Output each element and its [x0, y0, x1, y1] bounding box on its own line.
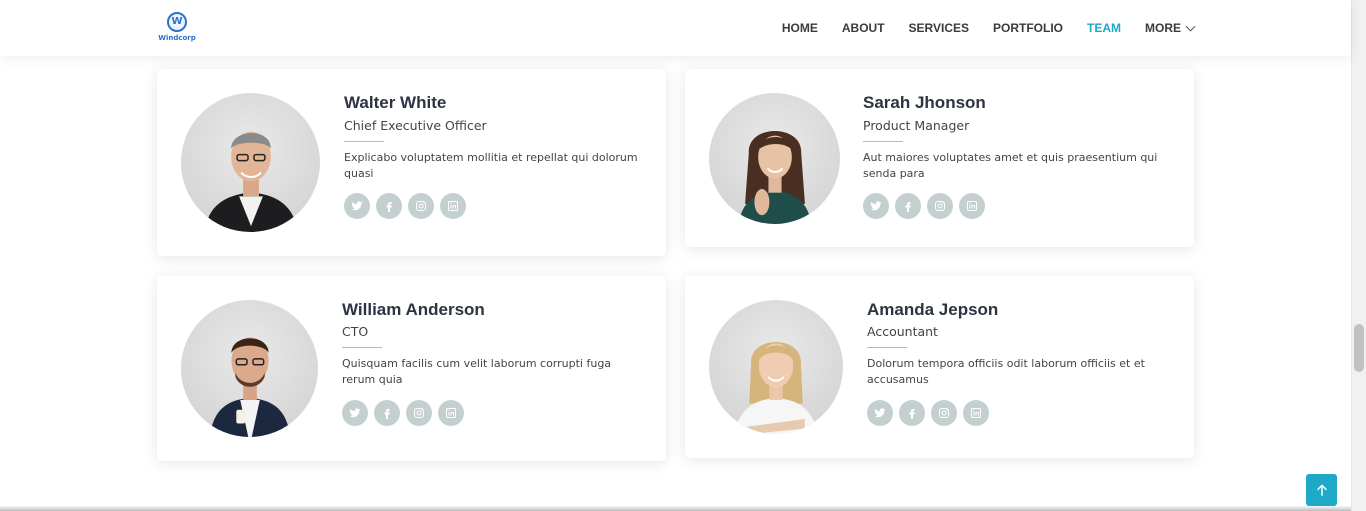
team-member-card: Sarah Jhonson Product Manager Aut maiore… — [685, 69, 1194, 247]
nav-more-label: MORE — [1145, 21, 1181, 35]
chevron-down-icon — [1185, 21, 1196, 31]
member-photo — [181, 93, 320, 232]
divider — [867, 347, 907, 348]
nav-home-label: HOME — [781, 21, 818, 35]
member-photo — [709, 300, 843, 434]
instagram-icon[interactable] — [927, 193, 953, 219]
twitter-icon[interactable] — [867, 400, 893, 426]
nav-about-label: ABOUT — [841, 21, 885, 35]
site-header: W Windcorp HOME ABOUT SERVICES PORTFOLIO… — [0, 0, 1351, 56]
member-name: William Anderson — [342, 300, 485, 319]
member-role: Chief Executive Officer — [344, 118, 487, 133]
team-member-card: William Anderson CTO Quisquam facilis cu… — [157, 276, 666, 461]
social-links — [867, 400, 989, 426]
member-description: Dolorum tempora officiis odit laborum of… — [867, 357, 1145, 386]
nav-portfolio-label: PORTFOLIO — [993, 21, 1063, 35]
social-links — [344, 193, 466, 219]
nav-services-label: SERVICES — [908, 21, 969, 35]
instagram-icon[interactable] — [931, 400, 957, 426]
nav-services[interactable]: SERVICES — [909, 21, 969, 35]
twitter-icon[interactable] — [344, 193, 370, 219]
main-nav: HOME ABOUT SERVICES PORTFOLIO TEAM MORE — [782, 0, 1196, 56]
nav-team-label: TEAM — [1087, 21, 1121, 35]
divider — [342, 347, 382, 348]
twitter-icon[interactable] — [342, 400, 368, 426]
nav-more-dropdown[interactable]: MORE — [1145, 21, 1196, 35]
linkedin-icon[interactable] — [959, 193, 985, 219]
member-role: Product Manager — [863, 118, 970, 133]
divider — [344, 141, 384, 142]
member-photo — [181, 300, 318, 437]
nav-home[interactable]: HOME — [782, 21, 818, 35]
social-links — [863, 193, 985, 219]
member-name: Walter White — [344, 93, 447, 112]
back-to-top-button[interactable] — [1306, 474, 1337, 506]
person-image — [203, 131, 298, 232]
logo-mark: W — [167, 12, 187, 32]
page-bottom-edge — [0, 506, 1351, 511]
member-name: Sarah Jhonson — [863, 93, 986, 112]
arrow-up-icon — [1316, 484, 1327, 496]
member-role: CTO — [342, 324, 369, 339]
member-photo — [709, 93, 840, 224]
scrollbar-thumb[interactable] — [1354, 324, 1364, 372]
member-description: Explicabo voluptatem mollitia et repella… — [344, 151, 638, 180]
person-image — [738, 130, 811, 224]
social-links — [342, 400, 464, 426]
facebook-icon[interactable] — [899, 400, 925, 426]
facebook-icon[interactable] — [374, 400, 400, 426]
member-description: Aut maiores voluptates amet et quis prae… — [863, 151, 1158, 180]
linkedin-icon[interactable] — [438, 400, 464, 426]
logo-text: Windcorp — [158, 34, 196, 42]
divider — [863, 141, 903, 142]
instagram-icon[interactable] — [408, 193, 434, 219]
linkedin-icon[interactable] — [440, 193, 466, 219]
linkedin-icon[interactable] — [963, 400, 989, 426]
person-image — [734, 341, 818, 434]
team-member-card: Walter White Chief Executive Officer Exp… — [157, 69, 666, 256]
facebook-icon[interactable] — [376, 193, 402, 219]
member-description: Quisquam facilis cum velit laborum corru… — [342, 357, 612, 386]
twitter-icon[interactable] — [863, 193, 889, 219]
team-member-card: Amanda Jepson Accountant Dolorum tempora… — [685, 276, 1194, 458]
nav-team[interactable]: TEAM — [1087, 21, 1121, 35]
facebook-icon[interactable] — [895, 193, 921, 219]
instagram-icon[interactable] — [406, 400, 432, 426]
team-page: W Windcorp HOME ABOUT SERVICES PORTFOLIO… — [0, 0, 1366, 511]
member-role: Accountant — [867, 324, 938, 339]
member-name: Amanda Jepson — [867, 300, 999, 319]
nav-portfolio[interactable]: PORTFOLIO — [993, 21, 1063, 35]
person-image — [209, 337, 290, 437]
vertical-scrollbar[interactable] — [1351, 0, 1366, 511]
nav-about[interactable]: ABOUT — [842, 21, 885, 35]
site-logo[interactable]: W Windcorp — [156, 12, 198, 46]
